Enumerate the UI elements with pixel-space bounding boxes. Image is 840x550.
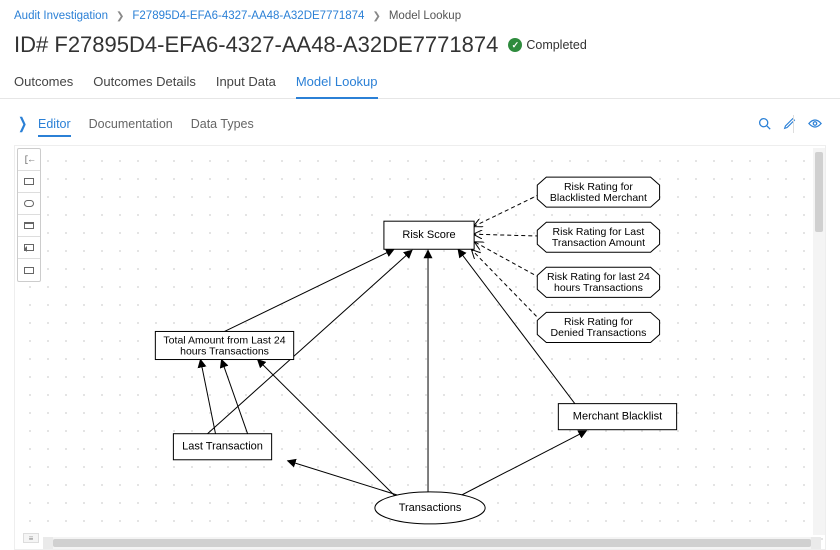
eye-icon[interactable]	[808, 117, 822, 133]
breadcrumb-root[interactable]: Audit Investigation	[14, 10, 108, 22]
subtab-documentation[interactable]: Documentation	[89, 117, 173, 137]
tab-outcomes[interactable]: Outcomes	[14, 68, 73, 98]
status-badge: ✓ Completed	[508, 38, 586, 52]
node-risk-rating-blacklisted[interactable]: Risk Rating for Blacklisted Merchant	[537, 177, 659, 207]
tool-header-rect[interactable]	[18, 215, 40, 237]
edit-icon[interactable]	[783, 117, 796, 133]
subtab-data-types[interactable]: Data Types	[191, 117, 254, 137]
node-transactions[interactable]: Transactions	[375, 492, 485, 524]
tool-rect[interactable]	[18, 171, 40, 193]
tab-outcomes-details[interactable]: Outcomes Details	[93, 68, 196, 98]
shape-palette: [←	[17, 148, 41, 282]
subtab-editor[interactable]: Editor	[38, 117, 71, 137]
tool-annotation[interactable]	[18, 237, 40, 259]
page-title: ID# F27895D4-EFA6-4327-AA48-A32DE7771874	[14, 32, 498, 58]
collapse-panel-icon[interactable]: ❯	[18, 114, 27, 132]
divider	[793, 115, 794, 133]
node-risk-rating-denied[interactable]: Risk Rating for Denied Transactions	[537, 312, 659, 342]
sub-tabs: Editor Documentation Data Types	[38, 117, 254, 137]
page-title-row: ID# F27895D4-EFA6-4327-AA48-A32DE7771874…	[0, 26, 840, 68]
collapse-bottom-icon[interactable]: ≡	[23, 533, 39, 543]
tool-text[interactable]: [←	[18, 149, 40, 171]
breadcrumb-id[interactable]: F27895D4-EFA6-4327-AA48-A32DE7771874	[132, 10, 364, 22]
chevron-right-icon: ❯	[372, 11, 380, 22]
tool-rounded[interactable]	[18, 193, 40, 215]
main-tabs: Outcomes Outcomes Details Input Data Mod…	[0, 68, 840, 99]
node-total-amount[interactable]: Total Amount from Last 24 hours Transact…	[155, 331, 293, 359]
check-icon: ✓	[508, 38, 522, 52]
tab-input-data[interactable]: Input Data	[216, 68, 276, 98]
node-risk-rating-last-amount[interactable]: Risk Rating for Last Transaction Amount	[537, 222, 659, 252]
tool-plain-rect[interactable]	[18, 259, 40, 281]
search-icon[interactable]	[758, 117, 771, 133]
node-risk-score[interactable]: Risk Score	[384, 221, 474, 249]
node-last-transaction[interactable]: Last Transaction	[173, 434, 271, 460]
tab-model-lookup[interactable]: Model Lookup	[296, 68, 378, 99]
breadcrumb: Audit Investigation ❯ F27895D4-EFA6-4327…	[0, 0, 840, 26]
diagram-canvas[interactable]: [←	[14, 145, 826, 550]
breadcrumb-current: Model Lookup	[389, 10, 461, 22]
chevron-right-icon: ❯	[116, 11, 124, 22]
node-merchant-blacklist[interactable]: Merchant Blacklist	[558, 404, 676, 430]
node-risk-rating-24h[interactable]: Risk Rating for last 24 hours Transactio…	[537, 267, 659, 297]
